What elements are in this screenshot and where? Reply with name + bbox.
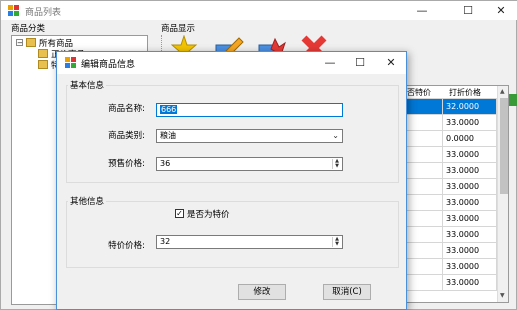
main-window-title: 商品列表	[25, 8, 62, 18]
scroll-down-icon[interactable]: ▼	[500, 292, 505, 299]
spin-up-down-icon[interactable]: ▲ ▼	[332, 237, 341, 247]
cell-discount-price: 33.0000	[443, 195, 497, 211]
dialog-title-bar: 编辑商品信息 — ☐ ✕	[57, 52, 406, 74]
product-type-label: 商品类别:	[108, 131, 145, 141]
dialog-maximize-button[interactable]: ☐	[344, 53, 376, 72]
folder-icon	[38, 60, 48, 69]
other-info-group-title: 其他信息	[68, 195, 107, 207]
presale-price-label: 预售价格:	[108, 159, 145, 169]
table-row[interactable]: e33.0000	[397, 211, 497, 227]
cancel-button[interactable]: 取消(C)	[323, 284, 371, 300]
presale-price-value: 36	[160, 159, 171, 168]
table-row[interactable]: e33.0000	[397, 179, 497, 195]
scroll-up-icon[interactable]: ▲	[500, 88, 505, 95]
display-panel-title: 商品显示	[161, 24, 196, 34]
product-name-input[interactable]: 666	[156, 103, 343, 117]
scroll-thumb[interactable]	[500, 98, 508, 194]
special-price-checkbox-label[interactable]: 是否为特价	[187, 208, 230, 220]
dialog-app-icon	[65, 57, 76, 68]
cell-discount-price: 33.0000	[443, 179, 497, 195]
cell-discount-price: 33.0000	[443, 147, 497, 163]
dialog-minimize-button[interactable]: —	[314, 53, 346, 72]
edit-product-dialog: 编辑商品信息 — ☐ ✕ 基本信息 商品名称: 666 商品类别: 粮油 ⌄ 预…	[56, 51, 407, 310]
table-row[interactable]: e33.0000	[397, 115, 497, 131]
chevron-down-icon: ⌄	[332, 131, 339, 140]
main-title-bar: 商品列表 — ☐ ✕	[1, 1, 517, 20]
table-row[interactable]: e0.0000	[397, 131, 497, 147]
table-row[interactable]: e33.0000	[397, 275, 497, 291]
grid-scrollbar[interactable]: ▲ ▼	[497, 86, 508, 302]
product-name-label: 商品名称:	[108, 104, 145, 114]
cell-discount-price: 33.0000	[443, 115, 497, 131]
grid-header: 否特价 打折价格	[397, 86, 497, 99]
window-edge-accent	[509, 94, 517, 106]
close-button[interactable]: ✕	[485, 1, 517, 20]
cell-discount-price: 33.0000	[443, 211, 497, 227]
product-type-select[interactable]: 粮油 ⌄	[156, 129, 343, 143]
folder-icon	[26, 38, 36, 47]
product-grid: 否特价 打折价格 e32.0000e33.0000e0.0000e33.0000…	[396, 85, 509, 303]
cell-discount-price: 33.0000	[443, 259, 497, 275]
product-name-value: 666	[160, 105, 178, 114]
presale-price-stepper[interactable]: 36 ▲ ▼	[156, 157, 343, 171]
table-row[interactable]: e33.0000	[397, 259, 497, 275]
cell-discount-price: 33.0000	[443, 163, 497, 179]
special-price-value: 32	[160, 237, 171, 246]
column-header-discount[interactable]: 打折价格	[449, 87, 481, 98]
table-row[interactable]: e33.0000	[397, 195, 497, 211]
basic-info-group-title: 基本信息	[68, 79, 107, 91]
grid-body: e32.0000e33.0000e0.0000e33.0000e33.0000e…	[397, 99, 497, 302]
cell-discount-price: 33.0000	[443, 275, 497, 291]
dialog-close-button[interactable]: ✕	[375, 53, 407, 72]
special-price-checkbox[interactable]: ✓	[175, 209, 184, 218]
table-row[interactable]: e33.0000	[397, 163, 497, 179]
special-price-stepper[interactable]: 32 ▲ ▼	[156, 235, 343, 249]
cell-discount-price: 0.0000	[443, 131, 497, 147]
tree-expander-icon[interactable]: −	[16, 39, 23, 47]
app-icon	[8, 5, 19, 16]
cell-discount-price: 32.0000	[443, 99, 497, 115]
table-row[interactable]: e33.0000	[397, 243, 497, 259]
folder-icon	[38, 49, 48, 58]
table-row[interactable]: e32.0000	[397, 99, 497, 115]
column-header-special[interactable]: 否特价	[407, 87, 431, 98]
dialog-title: 编辑商品信息	[81, 60, 136, 70]
cell-discount-price: 33.0000	[443, 227, 497, 243]
special-price-label: 特价价格:	[108, 241, 145, 251]
maximize-button[interactable]: ☐	[452, 1, 484, 20]
modify-button[interactable]: 修改	[238, 284, 286, 300]
category-panel-title: 商品分类	[11, 24, 46, 34]
cell-discount-price: 33.0000	[443, 243, 497, 259]
spin-up-down-icon[interactable]: ▲ ▼	[332, 159, 341, 169]
product-type-value: 粮油	[160, 131, 176, 140]
table-row[interactable]: e33.0000	[397, 227, 497, 243]
table-row[interactable]: e33.0000	[397, 147, 497, 163]
minimize-button[interactable]: —	[406, 1, 438, 20]
